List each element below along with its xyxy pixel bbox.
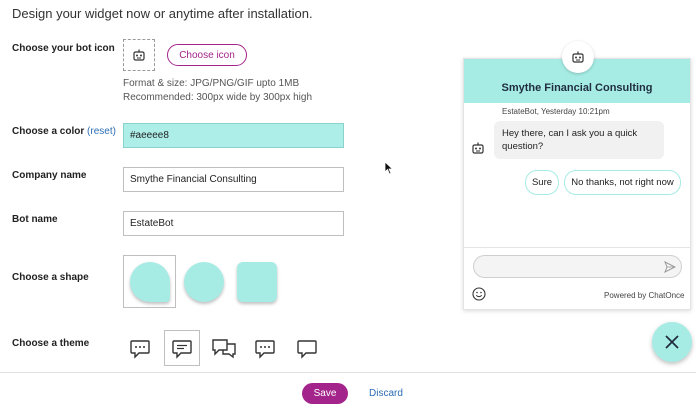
bot-avatar-icon <box>472 142 484 154</box>
bot-name-input[interactable]: EstateBot <box>123 211 344 236</box>
bot-icon-label: Choose your bot icon <box>12 43 115 54</box>
company-name-input[interactable]: Smythe Financial Consulting <box>123 167 344 192</box>
bot-message-bubble: Hey there, can I ask you a quick questio… <box>494 121 664 159</box>
speech-bubble-lines-icon <box>172 340 192 359</box>
color-label-text: Choose a color <box>12 126 85 137</box>
bot-message-line-1: Hey there, can I ask you a quick <box>502 128 638 139</box>
speech-bubble-empty-icon <box>297 340 317 359</box>
close-chat-button[interactable] <box>652 322 692 362</box>
shape-option-teardrop[interactable] <box>123 255 176 308</box>
color-reset-link[interactable]: (reset) <box>87 126 116 137</box>
send-icon[interactable] <box>664 261 676 273</box>
widget-title: Smythe Financial Consulting <box>501 82 653 94</box>
shape-rounded-square <box>237 262 277 302</box>
color-input[interactable]: #aeeee8 <box>123 123 344 148</box>
theme-option-4[interactable] <box>247 330 283 366</box>
company-name-label: Company name <box>12 170 87 181</box>
message-meta: EstateBot, Yesterday 10:21pm <box>502 107 610 116</box>
quick-reply-sure[interactable]: Sure <box>525 170 559 195</box>
discard-link[interactable]: Discard <box>369 388 403 399</box>
theme-option-5[interactable] <box>289 330 325 366</box>
shape-circle <box>184 262 224 302</box>
message-input[interactable] <box>473 255 682 278</box>
smiley-icon[interactable] <box>472 287 486 301</box>
theme-option-3[interactable] <box>206 330 242 366</box>
theme-option-2[interactable] <box>164 330 200 366</box>
page-title: Design your widget now or anytime after … <box>12 6 313 21</box>
shape-teardrop <box>129 261 170 302</box>
speech-bubble-dots-icon <box>255 340 275 359</box>
bot-icon <box>133 49 145 61</box>
close-icon <box>665 335 679 349</box>
color-label: Choose a color (reset) <box>12 126 116 137</box>
quick-reply-no-thanks[interactable]: No thanks, not right now <box>564 170 681 195</box>
bot-name-label: Bot name <box>12 214 58 225</box>
footer-bar <box>0 372 696 412</box>
format-hint-size: Format & size: JPG/PNG/GIF upto 1MB <box>123 78 300 89</box>
double-speech-bubble-icon <box>212 339 236 359</box>
widget-avatar <box>562 41 594 73</box>
shape-option-rounded-square[interactable] <box>233 258 281 306</box>
theme-option-1[interactable] <box>122 330 158 366</box>
choose-icon-button[interactable]: Choose icon <box>167 44 247 66</box>
composer-divider <box>464 247 690 248</box>
bot-icon-preview[interactable] <box>123 39 155 71</box>
format-hint-recommended: Recommended: 300px wide by 300px high <box>123 92 313 103</box>
powered-by-text: Powered by ChatOnce <box>604 291 685 300</box>
format-hint: Format & size: JPG/PNG/GIF upto 1MB Reco… <box>123 77 312 105</box>
theme-label: Choose a theme <box>12 338 90 349</box>
bot-message-line-2: question? <box>502 141 544 152</box>
mouse-cursor-icon <box>384 161 394 175</box>
save-button[interactable]: Save <box>302 383 348 404</box>
shape-option-circle[interactable] <box>180 258 228 306</box>
shape-label: Choose a shape <box>12 272 89 283</box>
bot-icon <box>572 51 584 63</box>
speech-bubble-icon <box>130 340 150 359</box>
